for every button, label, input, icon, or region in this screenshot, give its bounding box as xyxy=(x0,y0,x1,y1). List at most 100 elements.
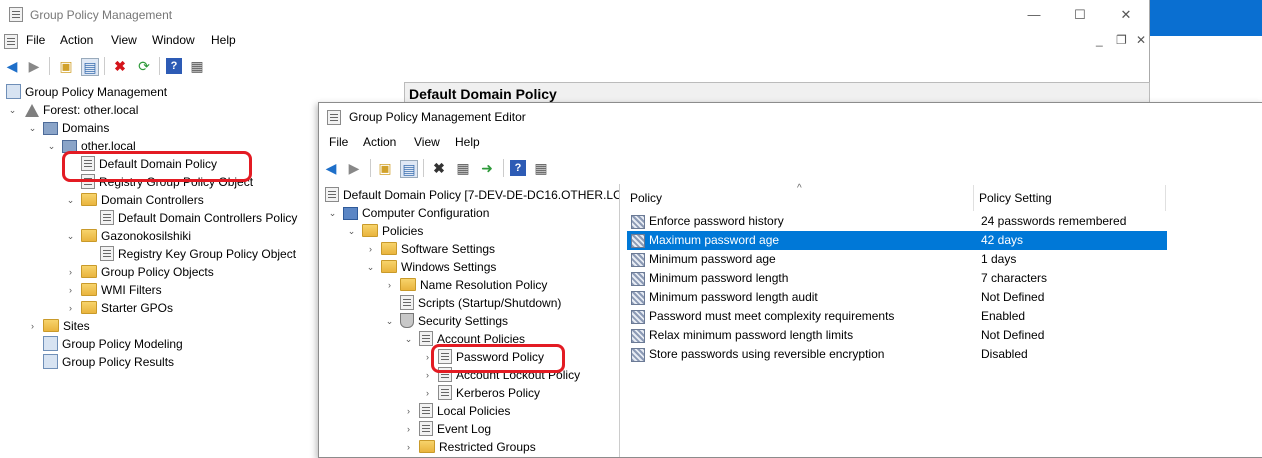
expand-icon[interactable]: › xyxy=(366,240,375,258)
maximize-button[interactable]: ☐ xyxy=(1058,4,1102,26)
tree-item-event-log[interactable]: Event Log xyxy=(419,420,491,438)
show-hide-tree-icon[interactable]: ▤ xyxy=(400,160,418,178)
tree-item-gazonokosilshiki[interactable]: Gazonokosilshiki xyxy=(81,227,191,245)
back-icon[interactable]: ◀ xyxy=(4,58,20,74)
inner-minimize-button[interactable]: _ xyxy=(1096,33,1103,47)
refresh-icon[interactable]: ⟳ xyxy=(136,58,152,74)
tree-item-kerberos-policy[interactable]: Kerberos Policy xyxy=(438,384,540,402)
toolbar: ◀ ▶ ▣ ▤ ✖ ⟳ ? ▦ xyxy=(0,54,1149,78)
collapse-icon[interactable]: ⌄ xyxy=(66,227,75,245)
collapse-icon[interactable]: ⌄ xyxy=(385,312,394,330)
table-row[interactable]: Password must meet complexity requiremen… xyxy=(627,307,1167,326)
expand-icon[interactable]: › xyxy=(66,299,75,317)
highlight-circle-password-policy xyxy=(431,344,565,373)
column-header-policy-setting[interactable]: Policy Setting xyxy=(975,185,1166,211)
tree-item-forest[interactable]: Forest: other.local xyxy=(25,101,138,119)
tree-item-label: Scripts (Startup/Shutdown) xyxy=(418,296,562,310)
action-pane-icon[interactable]: ▦ xyxy=(533,160,549,176)
editor-menu-bar: File Action View Help xyxy=(319,133,1262,153)
tree-item-starter-gpos[interactable]: Starter GPOs xyxy=(81,299,173,317)
help-icon[interactable]: ? xyxy=(166,58,182,74)
tree-item-restricted-groups[interactable]: Restricted Groups xyxy=(419,438,536,456)
back-icon[interactable]: ◀ xyxy=(323,160,339,176)
properties-icon[interactable]: ▦ xyxy=(455,160,471,176)
up-folder-icon[interactable]: ▣ xyxy=(377,160,393,176)
tree-item-domains[interactable]: Domains xyxy=(43,119,109,137)
inner-restore-button[interactable]: ❐ xyxy=(1116,33,1127,47)
tree-item-label: Policies xyxy=(382,224,424,238)
show-hide-tree-icon[interactable]: ▤ xyxy=(81,58,99,76)
collapse-icon[interactable]: ⌄ xyxy=(328,204,337,222)
collapse-icon[interactable]: ⌄ xyxy=(28,119,37,137)
tree-item-gp-results[interactable]: Group Policy Results xyxy=(43,353,174,371)
tree-item-label: Kerberos Policy xyxy=(456,386,541,400)
tree-item-security-settings[interactable]: Security Settings xyxy=(400,312,508,330)
tree-item-gp-modeling[interactable]: Group Policy Modeling xyxy=(43,335,183,353)
tree-item-default-dc-policy[interactable]: Default Domain Controllers Policy xyxy=(100,209,297,227)
up-folder-icon[interactable]: ▣ xyxy=(58,58,74,74)
table-row[interactable]: Enforce password history 24 passwords re… xyxy=(627,212,1167,231)
local-policies-icon xyxy=(419,403,433,418)
delete-icon[interactable]: ✖ xyxy=(112,58,128,74)
tree-item-local-policies[interactable]: Local Policies xyxy=(419,402,510,420)
expand-icon[interactable]: › xyxy=(404,420,413,438)
expand-icon[interactable]: › xyxy=(404,402,413,420)
expand-icon[interactable]: › xyxy=(385,276,394,294)
editor-menu-file[interactable]: File xyxy=(329,135,348,149)
menu-help[interactable]: Help xyxy=(211,33,236,47)
close-button[interactable]: ✕ xyxy=(1104,4,1148,26)
tree-item-policies[interactable]: Policies xyxy=(362,222,423,240)
expand-icon[interactable]: › xyxy=(404,438,413,456)
toolbar-separator xyxy=(49,57,50,75)
inner-close-button[interactable]: ✕ xyxy=(1136,33,1146,47)
collapse-icon[interactable]: ⌄ xyxy=(66,191,75,209)
tree-item-sites[interactable]: Sites xyxy=(43,317,90,335)
editor-menu-help[interactable]: Help xyxy=(455,135,480,149)
expand-icon[interactable]: › xyxy=(28,317,37,335)
collapse-icon[interactable]: ⌄ xyxy=(347,222,356,240)
table-row[interactable]: Store passwords using reversible encrypt… xyxy=(627,345,1167,364)
tree-item-gpm-root[interactable]: Group Policy Management xyxy=(6,83,167,101)
editor-menu-action[interactable]: Action xyxy=(363,135,396,149)
tree-item-scripts[interactable]: Scripts (Startup/Shutdown) xyxy=(400,294,561,312)
table-row[interactable]: Minimum password length audit Not Define… xyxy=(627,288,1167,307)
collapse-icon[interactable]: ⌄ xyxy=(366,258,375,276)
tree-item-registry-key-gpo[interactable]: Registry Key Group Policy Object xyxy=(100,245,296,263)
collapse-icon[interactable]: ⌄ xyxy=(47,137,56,155)
menu-action[interactable]: Action xyxy=(60,33,93,47)
expand-icon[interactable]: › xyxy=(423,384,432,402)
tree-item-group-policy-objects[interactable]: Group Policy Objects xyxy=(81,263,214,281)
gpo-icon xyxy=(325,187,339,202)
table-row-selected[interactable]: Maximum password age 42 days xyxy=(627,231,1167,250)
delete-icon[interactable]: ✖ xyxy=(431,160,447,176)
expand-icon[interactable]: › xyxy=(66,263,75,281)
minimize-button[interactable]: — xyxy=(1012,4,1056,26)
table-row[interactable]: Relax minimum password length limits Not… xyxy=(627,326,1167,345)
menu-file[interactable]: File xyxy=(26,33,45,47)
editor-menu-view[interactable]: View xyxy=(414,135,440,149)
tree-item-computer-configuration[interactable]: Computer Configuration xyxy=(343,204,489,222)
expand-icon[interactable]: › xyxy=(423,366,432,384)
menu-view[interactable]: View xyxy=(111,33,137,47)
policy-name: Minimum password age xyxy=(649,252,776,266)
menu-window[interactable]: Window xyxy=(152,33,195,47)
forward-icon[interactable]: ▶ xyxy=(346,160,362,176)
expand-icon[interactable]: › xyxy=(66,281,75,299)
forward-icon[interactable]: ▶ xyxy=(26,58,42,74)
export-list-icon[interactable]: ➜ xyxy=(479,160,495,176)
tree-item-label: Group Policy Objects xyxy=(101,265,214,279)
collapse-icon[interactable]: ⌄ xyxy=(8,101,17,119)
help-icon[interactable]: ? xyxy=(510,160,526,176)
table-row[interactable]: Minimum password length 7 characters xyxy=(627,269,1167,288)
tree-item-name-resolution-policy[interactable]: Name Resolution Policy xyxy=(400,276,547,294)
tree-item-gpo-root[interactable]: Default Domain Policy [7-DEV-DE-DC16.OTH… xyxy=(325,186,619,204)
tree-item-domain-controllers[interactable]: Domain Controllers xyxy=(81,191,204,209)
collapse-icon[interactable]: ⌄ xyxy=(404,330,413,348)
column-header-policy[interactable]: Policy ^ xyxy=(627,183,974,211)
tree-item-windows-settings[interactable]: Windows Settings xyxy=(381,258,496,276)
properties-icon[interactable]: ▦ xyxy=(189,58,205,74)
tree-item-wmi-filters[interactable]: WMI Filters xyxy=(81,281,162,299)
tree-item-software-settings[interactable]: Software Settings xyxy=(381,240,495,258)
policy-setting: Not Defined xyxy=(981,290,1045,304)
table-row[interactable]: Minimum password age 1 days xyxy=(627,250,1167,269)
